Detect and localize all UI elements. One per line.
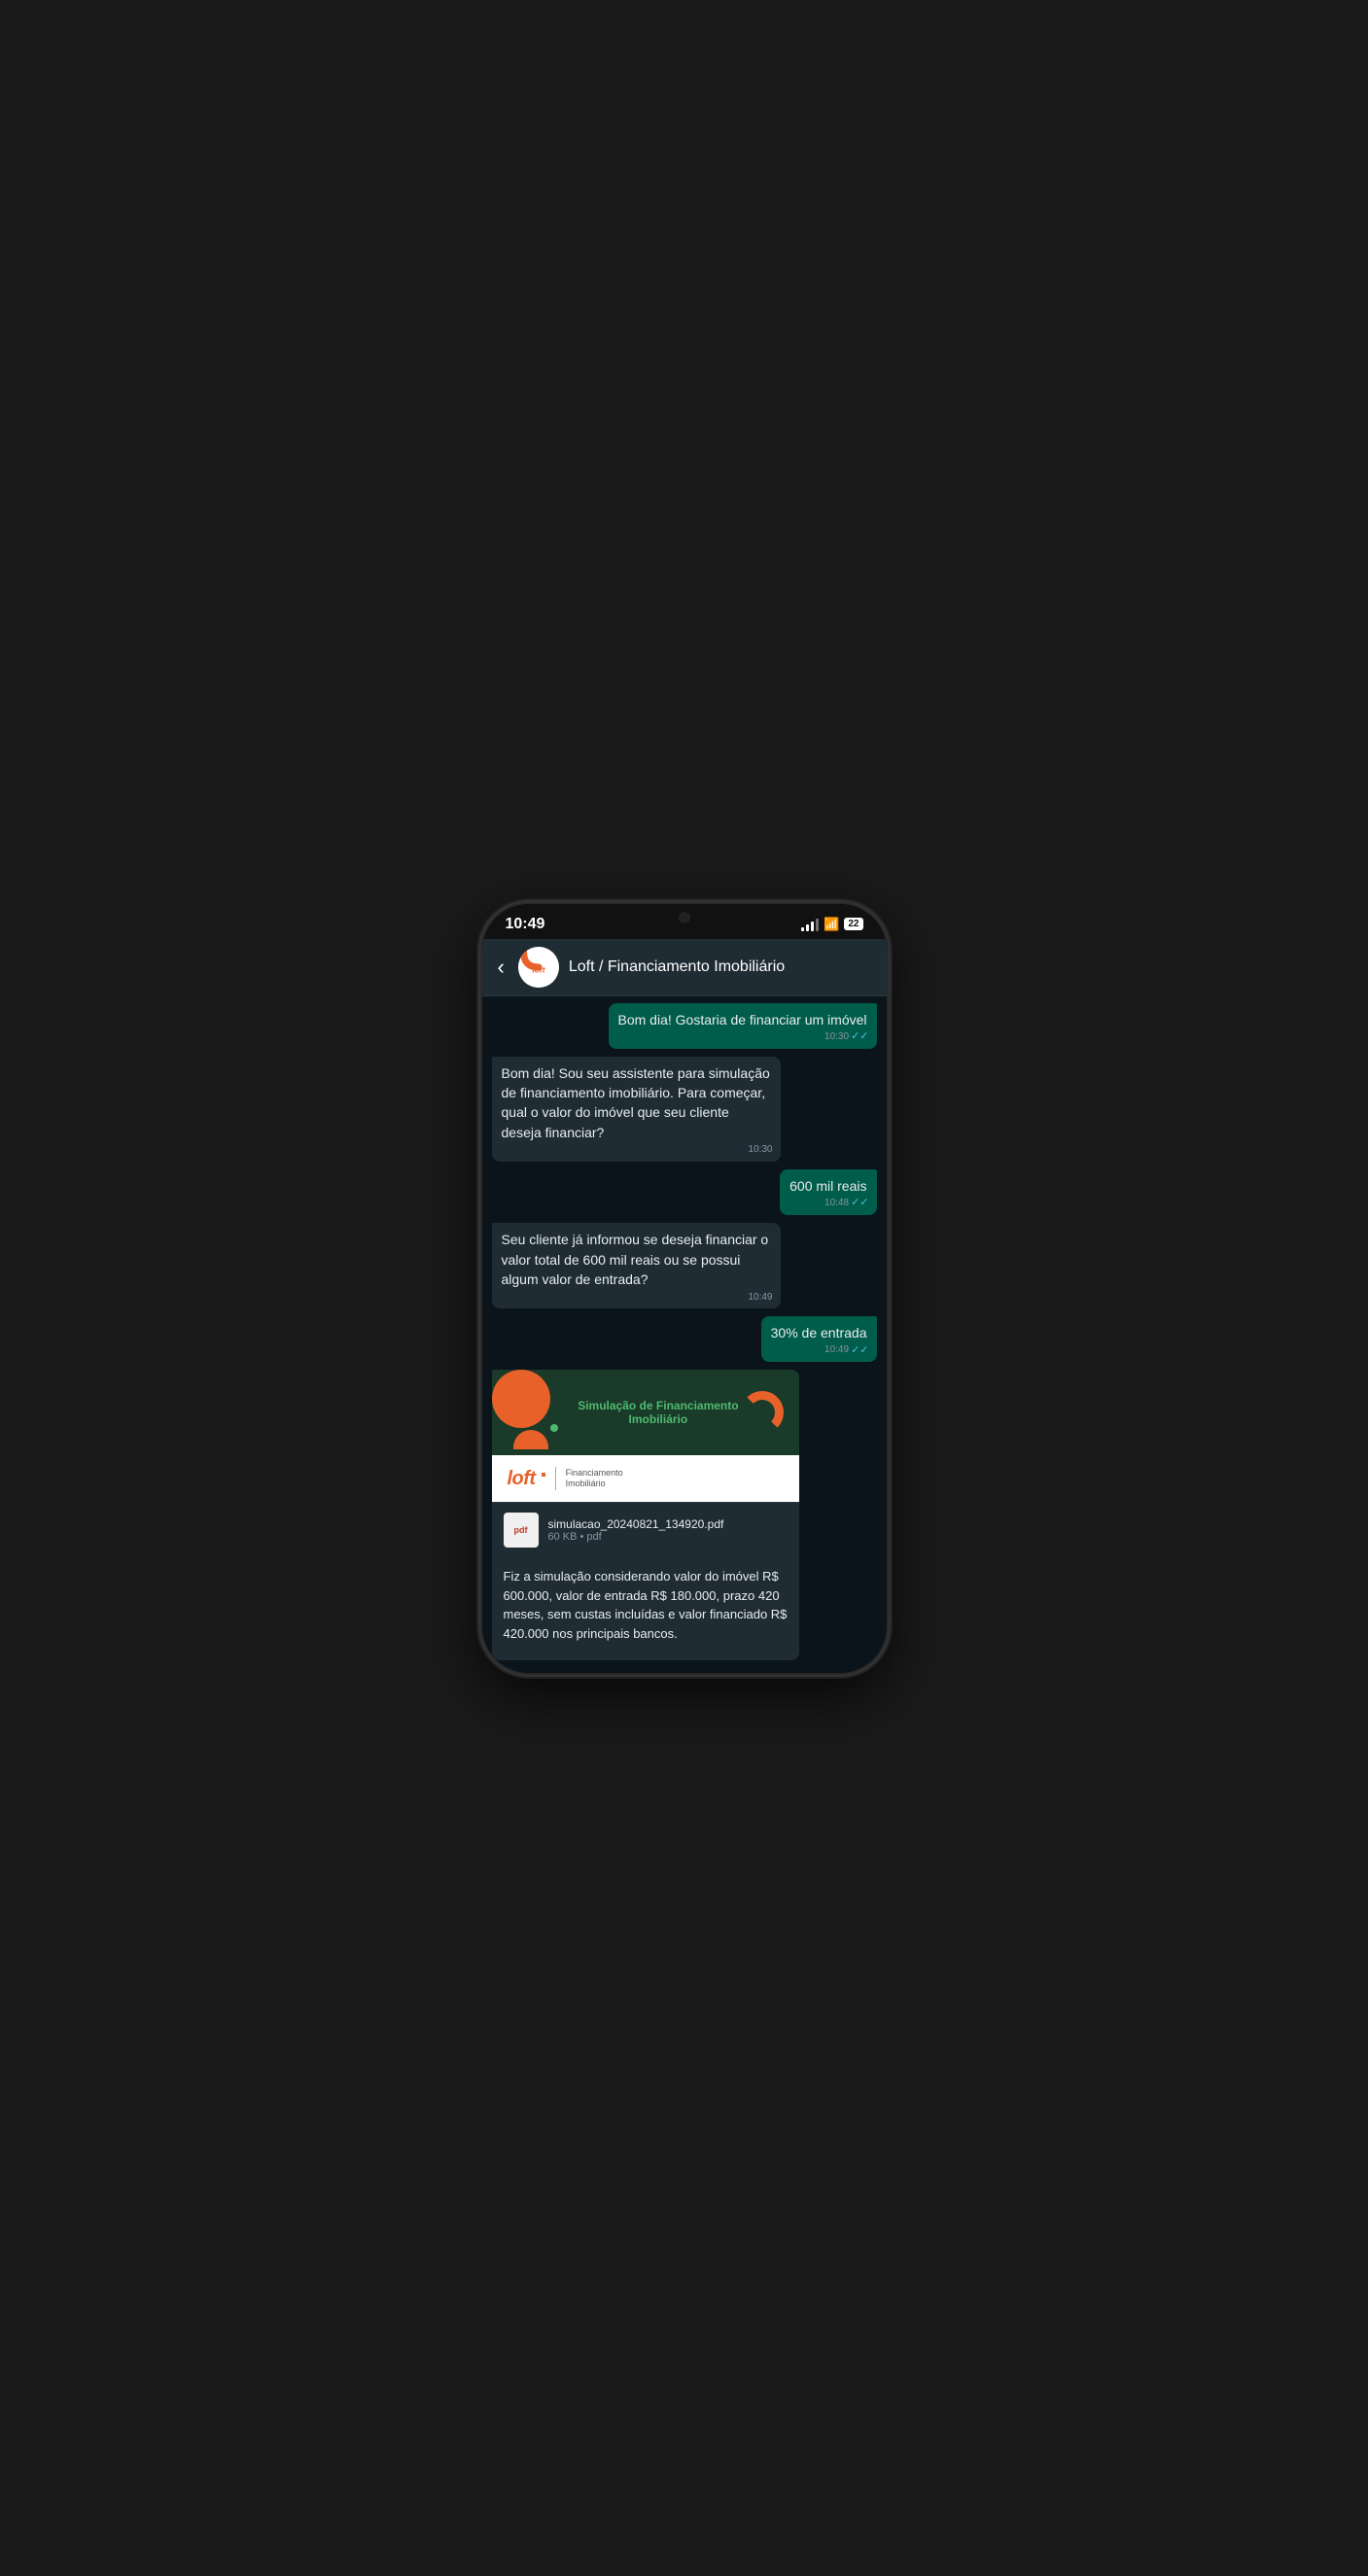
message-text: Bom dia! Sou seu assistente para simulaç… — [502, 1065, 770, 1140]
logo-divider — [555, 1467, 556, 1490]
message-time: 10:30 ✓✓ — [824, 1029, 868, 1045]
loft-dot — [542, 1473, 545, 1477]
pdf-filename: simulacao_20240821_134920.pdf — [548, 1517, 724, 1531]
chat-area[interactable]: Hoje Esta empresa usa um serviço seguro … — [482, 996, 887, 1673]
wifi-icon: 📶 — [824, 917, 839, 932]
card-logo-section: loft FinanciamentoImobiliário — [492, 1455, 800, 1502]
read-check-icon: ✓✓ — [851, 1343, 868, 1359]
pdf-attachment[interactable]: pdf simulacao_20240821_134920.pdf 60 KB … — [492, 1502, 800, 1557]
message-bubble-received: Bom dia! Sou seu assistente para simulaç… — [492, 1057, 781, 1162]
card-body: Fiz a simulação considerando valor do im… — [492, 1557, 800, 1660]
message-bubble-sent: 600 mil reais 10:48 ✓✓ — [780, 1169, 876, 1215]
signal-icon — [801, 918, 819, 931]
message-row: Simulação de Financiamento Imobiliário l… — [492, 1370, 877, 1660]
chat-header: ‹ loft Loft / Financiamento Imobiliário — [482, 939, 887, 996]
message-text: Bom dia! Gostaria de financiar um imóvel — [618, 1012, 867, 1027]
green-dot — [550, 1424, 558, 1432]
status-icons: 📶 22 — [801, 917, 862, 932]
pdf-meta: 60 KB • pdf — [548, 1531, 724, 1543]
pdf-icon: pdf — [504, 1513, 539, 1548]
message-bubble-sent: 30% de entrada 10:49 ✓✓ — [761, 1316, 877, 1362]
message-time: 10:49 ✓✓ — [824, 1343, 868, 1359]
message-row: Bom dia! Gostaria de financiar um imóvel… — [492, 1003, 877, 1049]
message-text: 30% de entrada — [771, 1325, 867, 1340]
phone-screen: 10:49 📶 22 ‹ — [482, 904, 887, 1673]
message-bubble-received: Seu cliente já informou se deseja financ… — [492, 1223, 781, 1308]
message-row: 30% de entrada 10:49 ✓✓ — [492, 1316, 877, 1362]
card-banner: Simulação de Financiamento Imobiliário — [492, 1370, 800, 1455]
message-text: 600 mil reais — [789, 1178, 866, 1194]
message-text: Seu cliente já informou se deseja financ… — [502, 1232, 769, 1287]
card-body-text: Fiz a simulação considerando valor do im… — [504, 1569, 788, 1641]
svg-text:loft: loft — [532, 964, 545, 974]
message-time: 10:49 — [748, 1291, 772, 1305]
message-row: Seu cliente já informou se deseja financ… — [492, 1223, 877, 1308]
loft-logo-text: loft — [508, 1468, 536, 1490]
card-banner-text: Simulação de Financiamento Imobiliário — [576, 1399, 742, 1426]
back-button[interactable]: ‹ — [494, 953, 509, 982]
status-time: 10:49 — [506, 916, 545, 933]
read-check-icon: ✓✓ — [851, 1029, 868, 1045]
chat-title: Loft / Financiamento Imobiliário — [569, 958, 875, 976]
message-row: 600 mil reais 10:48 ✓✓ — [492, 1169, 877, 1215]
camera-notch — [679, 912, 690, 923]
message-time: 10:30 — [748, 1143, 772, 1158]
avatar: loft — [518, 947, 559, 988]
loft-logo: loft FinanciamentoImobiliário — [508, 1467, 623, 1490]
read-check-icon: ✓✓ — [851, 1196, 868, 1211]
battery-icon: 22 — [844, 918, 862, 930]
message-bubble-sent: Bom dia! Gostaria de financiar um imóvel… — [609, 1003, 877, 1049]
card-message: Simulação de Financiamento Imobiliário l… — [492, 1370, 800, 1660]
message-row: Bom dia! Sou seu assistente para simulaç… — [492, 1057, 877, 1162]
phone-frame: 10:49 📶 22 ‹ — [480, 902, 889, 1675]
message-time: 10:48 ✓✓ — [824, 1196, 868, 1211]
pdf-info: simulacao_20240821_134920.pdf 60 KB • pd… — [548, 1517, 724, 1543]
financiamento-label: FinanciamentoImobiliário — [566, 1468, 623, 1490]
